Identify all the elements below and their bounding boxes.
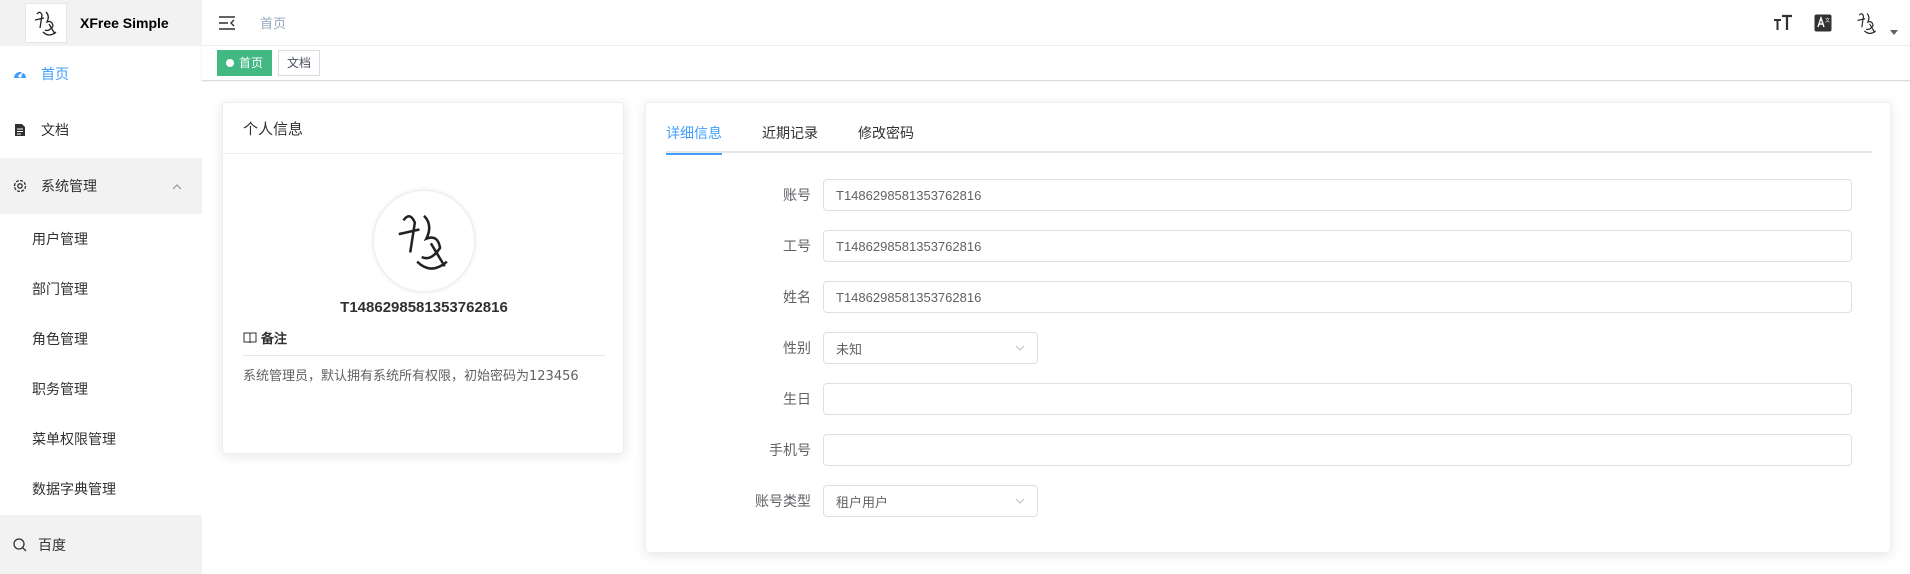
sidebar-item-system[interactable]: 系统管理 [0,158,202,214]
sidebar: XFree Simple 首页 文档 系统管理 用户管理 部门管理 角色管理 职… [0,0,202,574]
remark-text: 系统管理员，默认拥有系统所有权限，初始密码为123456 [243,369,579,384]
form-row-birthday: 生日 [666,383,1872,415]
book-icon [243,332,257,344]
form-row-name: 姓名 T1486298581353762816 [666,281,1872,313]
birthday-field[interactable] [823,383,1852,415]
form-row-employee-no: 工号 T1486298581353762816 [666,230,1872,262]
profile-card: 个人信息 T1486298581353762816 备注 系统管理员，默认拥有系… [222,102,624,454]
font-size-icon[interactable] [1772,12,1794,34]
tag-label: 文档 [287,56,312,70]
employee-no-label: 工号 [783,239,811,255]
account-type-value: 租户用户 [836,494,889,510]
chevron-up-icon [172,178,182,194]
details-tabs: 详细信息 近期记录 修改密码 [666,119,1872,155]
main-content: 个人信息 T1486298581353762816 备注 系统管理员，默认拥有系… [202,82,1910,574]
hamburger-icon[interactable] [218,15,236,31]
sidebar-subitem-roles[interactable]: 角色管理 [0,314,202,364]
sidebar-item-label: 系统管理 [41,179,97,195]
sidebar-subitem-departments[interactable]: 部门管理 [0,264,202,314]
account-type-select[interactable]: 租户用户 [823,485,1038,517]
profile-card-title: 个人信息 [223,103,623,154]
employee-no-field[interactable]: T1486298581353762816 [823,230,1852,262]
form-row-account: 账号 T1486298581353762816 [666,179,1872,211]
breadcrumb[interactable]: 首页 [260,13,286,32]
sidebar-menu: 首页 文档 系统管理 用户管理 部门管理 角色管理 职务管理 菜单权限管理 数据… [0,46,202,514]
account-field[interactable]: T1486298581353762816 [823,179,1852,211]
active-dot-icon [226,59,234,67]
account-type-label: 账号类型 [755,494,811,510]
app-title: XFree Simple [80,15,169,31]
caret-down-icon[interactable] [1890,29,1898,35]
details-card: 详细信息 近期记录 修改密码 账号 T1486298581353762816 工… [645,102,1891,553]
birthday-label: 生日 [783,392,811,408]
form-row-phone: 手机号 [666,434,1872,466]
sidebar-item-home[interactable]: 首页 [0,46,202,102]
top-navbar: 首页 文 [202,0,1910,46]
remark-heading: 备注 [243,320,605,356]
form-row-gender: 性别 未知 [666,332,1872,364]
svg-text:文: 文 [1825,17,1830,24]
user-avatar[interactable] [1852,4,1882,42]
chevron-down-icon [1015,343,1025,353]
app-logo [25,3,67,43]
tag-home[interactable]: 首页 [217,50,273,76]
navbar-right: 文 [1772,0,1898,46]
tab-recent-records[interactable]: 近期记录 [762,119,818,153]
sidebar-item-label: 首页 [41,67,69,83]
tags-view: 首页 文档 [202,46,1910,81]
logo-bar: XFree Simple [0,0,202,46]
sidebar-subitem-menu-permissions[interactable]: 菜单权限管理 [0,414,202,464]
phone-field[interactable] [823,434,1852,466]
tab-change-password[interactable]: 修改密码 [858,119,914,153]
document-icon [12,122,28,138]
phone-label: 手机号 [769,443,811,459]
tag-label: 首页 [239,56,264,70]
sidebar-item-baidu[interactable]: 百度 [0,515,202,574]
remark-title: 备注 [261,332,288,347]
sidebar-subitem-users[interactable]: 用户管理 [0,214,202,264]
sidebar-item-label: 文档 [41,123,69,139]
name-field[interactable]: T1486298581353762816 [823,281,1852,313]
name-label: 姓名 [783,290,811,306]
gear-icon [12,178,28,194]
dashboard-icon [12,66,28,82]
sidebar-item-docs[interactable]: 文档 [0,102,202,158]
gender-label: 性别 [783,341,811,357]
gender-value: 未知 [836,341,863,357]
sidebar-subitem-dictionary[interactable]: 数据字典管理 [0,464,202,514]
search-icon [12,537,28,553]
form-row-account-type: 账号类型 租户用户 [666,485,1872,517]
account-label: 账号 [783,188,811,204]
tag-docs[interactable]: 文档 [278,50,321,76]
gender-select[interactable]: 未知 [823,332,1038,364]
profile-avatar[interactable] [373,190,475,292]
sidebar-item-label: 百度 [38,537,66,554]
tab-details[interactable]: 详细信息 [666,119,722,155]
profile-username: T1486298581353762816 [340,299,508,316]
chevron-down-icon [1015,496,1025,506]
translate-icon[interactable]: 文 [1812,12,1834,34]
sidebar-subitem-positions[interactable]: 职务管理 [0,364,202,414]
